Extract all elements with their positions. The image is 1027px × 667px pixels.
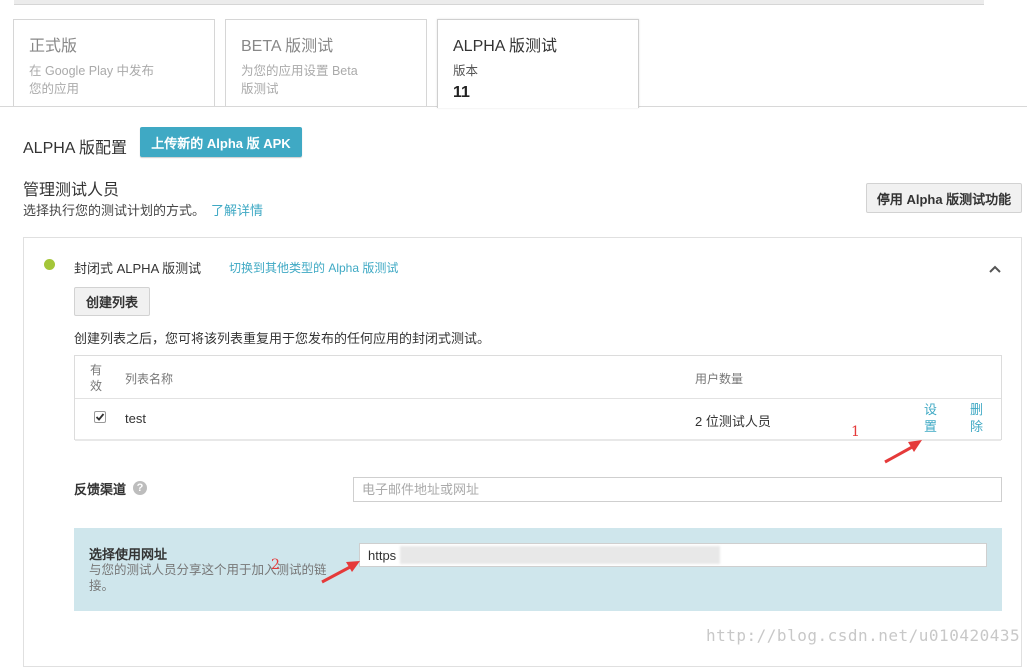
learn-more-link[interactable]: 了解详情 bbox=[211, 203, 263, 218]
annotation-arrow-2-icon bbox=[321, 561, 360, 584]
watermark: http://blog.csdn.net/u010420435 bbox=[706, 626, 1021, 645]
tab-alpha-desc: 版本 bbox=[453, 64, 479, 78]
opt-in-url-value: https bbox=[368, 548, 397, 563]
feedback-channel-input[interactable] bbox=[353, 477, 1002, 502]
manage-testers-title: 管理测试人员 bbox=[23, 182, 120, 199]
checkmark-icon bbox=[95, 413, 105, 421]
switch-test-type-link[interactable]: 切换到其他类型的 Alpha 版测试 bbox=[229, 259, 398, 276]
table-header-divider bbox=[75, 398, 1001, 399]
opt-in-url-title: 选择使用网址 bbox=[89, 547, 168, 562]
column-header-users: 用户数量 bbox=[695, 372, 744, 386]
top-card-edge bbox=[14, 0, 984, 5]
alpha-config-label: ALPHA 版配置 bbox=[23, 140, 128, 157]
status-dot bbox=[44, 259, 55, 270]
tab-production[interactable]: 正式版 在 Google Play 中发布您的应用 bbox=[13, 19, 215, 106]
tab-production-desc: 在 Google Play 中发布您的应用 bbox=[29, 64, 155, 96]
annotation-number-2: 2 bbox=[271, 557, 280, 573]
list-name-cell: test bbox=[125, 411, 146, 426]
feedback-channel-label: 反馈渠道 bbox=[74, 482, 127, 497]
list-users-cell: 2 位测试人员 bbox=[695, 414, 771, 429]
create-list-button[interactable]: 创建列表 bbox=[74, 287, 150, 316]
tab-alpha-version: 11 bbox=[453, 84, 470, 101]
upload-apk-button[interactable]: 上传新的 Alpha 版 APK bbox=[140, 127, 302, 157]
chevron-up-icon[interactable] bbox=[986, 260, 1004, 278]
list-settings-link[interactable]: 设置 bbox=[924, 401, 938, 435]
annotation-number-1: 1 bbox=[851, 424, 860, 440]
disable-alpha-button[interactable]: 停用 Alpha 版测试功能 bbox=[866, 183, 1022, 213]
manage-testers-desc-text: 选择执行您的测试计划的方式。 bbox=[23, 203, 206, 218]
closed-test-title: 封闭式 ALPHA 版测试 bbox=[74, 261, 202, 276]
manage-testers-desc: 选择执行您的测试计划的方式。 了解详情 bbox=[23, 200, 263, 219]
list-enabled-checkbox[interactable] bbox=[94, 411, 106, 423]
annotation-arrow-1-icon bbox=[884, 440, 922, 464]
redacted-url bbox=[400, 546, 720, 564]
table-bottom-edge bbox=[75, 439, 1001, 441]
create-list-note: 创建列表之后，您可将该列表重复用于您发布的任何应用的封闭式测试。 bbox=[74, 331, 491, 346]
column-header-name: 列表名称 bbox=[125, 372, 174, 386]
tab-beta-desc: 为您的应用设置 Beta 版测试 bbox=[241, 64, 358, 96]
tab-beta[interactable]: BETA 版测试 为您的应用设置 Beta 版测试 bbox=[225, 19, 427, 106]
column-header-valid: 有效 bbox=[90, 363, 103, 393]
opt-in-url-desc: 与您的测试人员分享这个用于加入测试的链接。 bbox=[89, 563, 327, 593]
tab-production-title: 正式版 bbox=[29, 38, 78, 55]
tab-beta-title: BETA 版测试 bbox=[241, 38, 334, 55]
tab-alpha-title: ALPHA 版测试 bbox=[453, 38, 558, 55]
help-icon[interactable]: ? bbox=[133, 481, 147, 495]
list-delete-link[interactable]: 删除 bbox=[970, 401, 984, 435]
tab-alpha[interactable]: ALPHA 版测试 版本 11 bbox=[437, 19, 639, 108]
